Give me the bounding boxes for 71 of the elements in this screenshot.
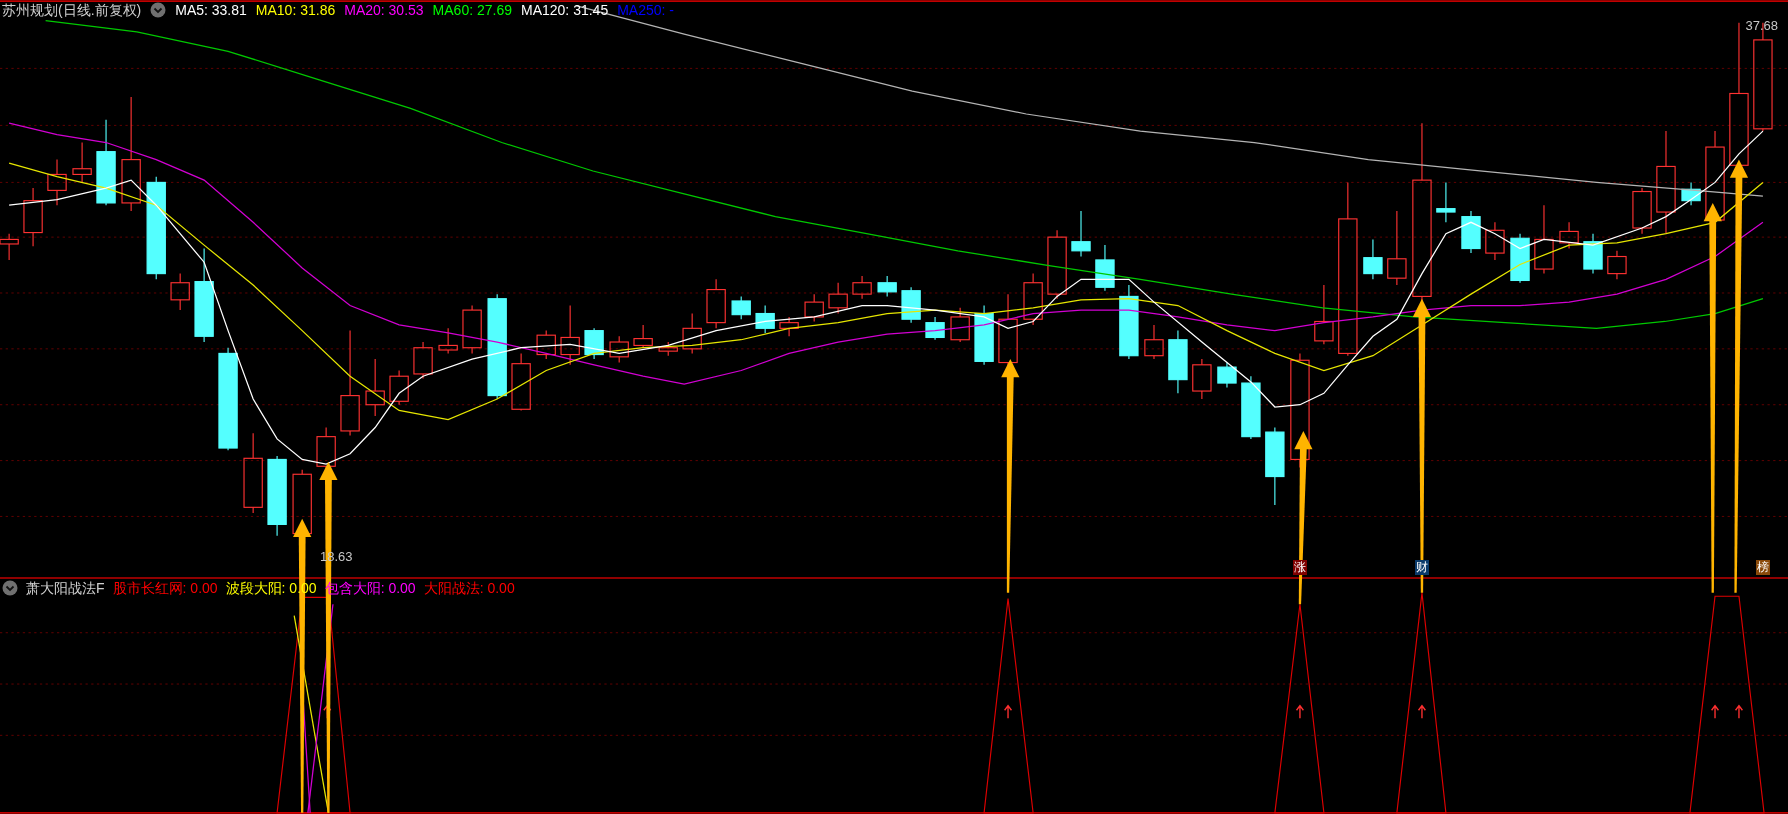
candlestick [1314,284,1334,345]
legend-value: MA20: 30.53 [344,1,424,19]
price-label: 37.68 [1745,17,1778,35]
candlestick [1241,375,1261,440]
legend-value: 股市长红网: 0.00 [112,579,218,597]
candlestick [1144,324,1164,360]
legend-value: MA250: - [617,1,674,19]
candlestick [511,352,531,411]
candlestick [731,295,751,320]
candlestick [925,316,945,341]
up-arrow-icon [1710,704,1720,719]
candlestick [560,304,580,366]
chart-title: 萧大阳战法F [26,579,105,597]
candlestick [72,141,92,183]
candlestick [682,312,702,354]
candlestick [755,304,775,334]
candlestick [438,327,458,354]
candlestick [804,293,824,323]
candlestick [389,369,409,406]
candlestick [1461,210,1481,254]
candlestick [974,304,994,366]
candlestick [1095,244,1115,292]
candlestick [1047,229,1067,300]
candlestick [584,327,604,360]
candlestick [1192,358,1212,400]
candlestick [1168,330,1188,394]
candlestick [1534,204,1554,275]
candlestick [828,282,848,315]
candlestick [1363,238,1383,280]
candlestick [1217,361,1237,389]
candlestick [1436,181,1456,223]
candlestick [852,275,872,300]
candlestick [633,324,653,349]
candlestick [1583,233,1603,275]
candlestick [23,187,43,247]
dropdown-icon[interactable] [150,2,167,18]
candlestick [1023,273,1043,326]
legend-value: MA10: 31.86 [255,1,336,19]
up-arrow-icon [1417,704,1427,719]
candlestick [47,159,67,206]
up-arrow-icon [1734,704,1744,719]
legend-value: MA60: 27.69 [432,1,512,19]
candlestick [170,273,190,311]
candlestick [658,341,678,357]
candlestick [609,335,629,364]
signal-badge: 财 [1415,560,1429,575]
candlestick [0,233,19,261]
candlestick [950,307,970,343]
candlestick [779,316,799,337]
candlestick [536,330,556,360]
up-arrow-icon [1295,704,1305,719]
candlestick [462,304,482,354]
signal-badge: 涨 [1293,560,1307,575]
candlestick [877,275,897,297]
candlestick [901,286,921,324]
legend-value: MA5: 33.81 [175,1,247,19]
dropdown-icon[interactable] [2,580,18,596]
candlestick [365,358,385,417]
candlestick [1632,187,1652,235]
candlestick [1071,210,1091,258]
candlestick [1559,221,1579,250]
up-arrow-icon [1003,704,1013,719]
legend-value: 大阳战法: 0.00 [423,579,515,597]
signal-badge: 榜 [1756,560,1770,575]
candlestick [1485,221,1505,261]
candlestick [706,278,726,329]
candlestick [1510,233,1530,284]
chart-title: 苏州规划(日线.前复权) [2,1,142,19]
candlestick [413,341,433,380]
candlestick [1607,250,1627,280]
candlestick [1681,181,1701,206]
